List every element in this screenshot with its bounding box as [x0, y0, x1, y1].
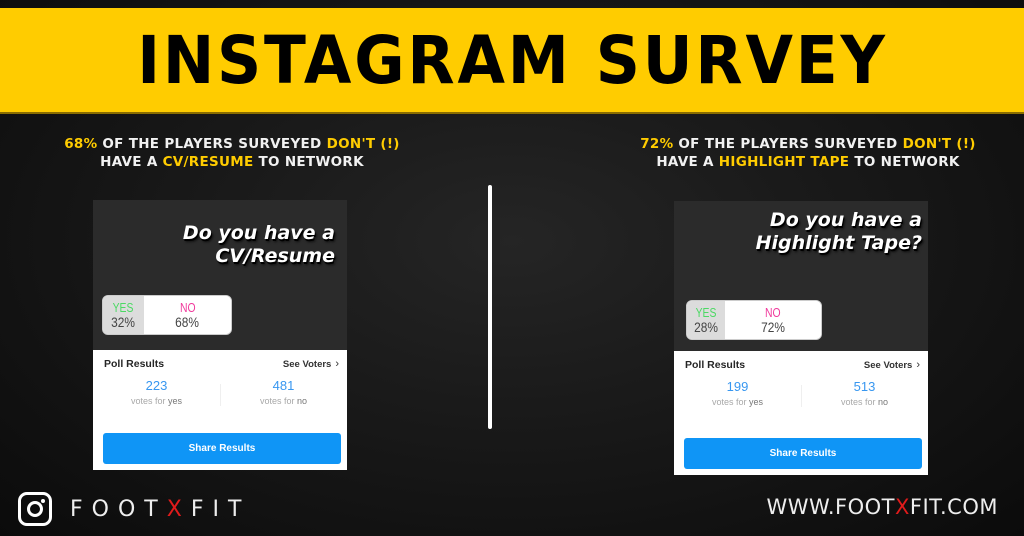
option-label: YES — [113, 300, 134, 315]
poll-results-panel: Poll Results See Voters › 199 votes for … — [674, 351, 928, 475]
poll-slider: YES 28% NO 72% — [686, 300, 822, 340]
brand-name: FOOTXFIT — [70, 497, 250, 522]
counts-divider — [801, 385, 802, 407]
poll-option-yes[interactable]: YES 28% — [687, 301, 725, 339]
no-vote-label: votes for no — [220, 394, 347, 408]
headline-cv-line1: 68% OF THE PLAYERS SURVEYED DON'T (!) — [22, 135, 442, 153]
headline-text: HAVE A — [656, 154, 719, 170]
url-part: WWW.FOOT — [766, 495, 895, 519]
label-text: votes for — [130, 396, 168, 406]
headline-emphasis: CV/RESUME — [162, 154, 254, 170]
no-vote-count: 481 — [272, 378, 295, 393]
poll-question: Do you have a CV/Resume — [183, 222, 335, 268]
instagram-dot-shape — [41, 499, 45, 503]
poll-option-no[interactable]: NO 72% — [724, 301, 821, 339]
poll-card-cv: Do you have a CV/Resume YES 32% NO 68% P… — [93, 200, 347, 470]
option-percent: 68% — [175, 314, 200, 330]
poll-slider: YES 32% NO 68% — [102, 295, 232, 335]
headline-tape-line1: 72% OF THE PLAYERS SURVEYED DON'T (!) — [598, 135, 1018, 153]
instagram-lens-shape — [27, 501, 43, 517]
question-line: Highlight Tape? — [755, 232, 922, 254]
results-header: Poll Results See Voters › — [674, 351, 928, 373]
headline-tape: 72% OF THE PLAYERS SURVEYED DON'T (!) HA… — [598, 135, 1018, 171]
poll-option-yes[interactable]: YES 32% — [103, 296, 144, 334]
headline-text: HAVE A — [100, 154, 163, 170]
option-percent: 28% — [693, 319, 718, 335]
headline-text: OF THE PLAYERS SURVEYED — [673, 136, 903, 152]
see-voters-label: See Voters — [282, 358, 332, 370]
poll-question: Do you have a Highlight Tape? — [756, 209, 922, 255]
option-label: NO — [764, 305, 781, 320]
url-part: FIT.COM — [909, 495, 998, 519]
headline-emphasis: DON'T (!) — [902, 136, 976, 152]
yes-votes: 199 votes for yes — [674, 379, 801, 423]
website-url[interactable]: WWW.FOOTXFIT.COM — [766, 495, 998, 519]
url-x: X — [895, 495, 910, 519]
center-divider — [488, 185, 492, 429]
counts-divider — [220, 384, 221, 406]
results-title: Poll Results — [104, 358, 165, 370]
title-banner: INSTAGRAM SURVEY — [0, 8, 1024, 114]
option-percent: 32% — [111, 314, 136, 330]
headline-emphasis: HIGHLIGHT TAPE — [718, 154, 850, 170]
label-word: no — [878, 397, 889, 407]
see-voters-link[interactable]: See Voters › — [283, 358, 339, 370]
label-text: votes for — [711, 397, 749, 407]
label-word: yes — [168, 396, 183, 406]
headline-text: TO NETWORK — [849, 154, 960, 170]
yes-vote-count: 199 — [726, 379, 749, 394]
headline-text: TO NETWORK — [253, 154, 364, 170]
page-title: INSTAGRAM SURVEY — [136, 21, 888, 99]
no-votes: 513 votes for no — [801, 379, 928, 423]
no-vote-label: votes for no — [801, 395, 928, 409]
label-text: votes for — [259, 396, 297, 406]
yes-vote-label: votes for yes — [674, 395, 801, 409]
see-voters-link[interactable]: See Voters › — [864, 359, 920, 371]
option-label: NO — [179, 300, 196, 315]
poll-results-panel: Poll Results See Voters › 223 votes for … — [93, 350, 347, 470]
instagram-icon[interactable] — [18, 492, 52, 526]
poll-option-no[interactable]: NO 68% — [143, 296, 231, 334]
headline-tape-line2: HAVE A HIGHLIGHT TAPE TO NETWORK — [598, 153, 1018, 171]
label-word: yes — [749, 397, 764, 407]
question-line: Do you have a — [182, 222, 335, 244]
headline-stat: 68% — [64, 136, 98, 152]
question-line: CV/Resume — [215, 245, 335, 267]
headline-text: OF THE PLAYERS SURVEYED — [97, 136, 327, 152]
share-results-button[interactable]: Share Results — [684, 438, 922, 469]
vote-counts: 223 votes for yes 481 votes for no — [93, 378, 347, 422]
yes-vote-count: 223 — [145, 378, 168, 393]
yes-vote-label: votes for yes — [93, 394, 220, 408]
see-voters-label: See Voters — [863, 359, 913, 371]
yes-votes: 223 votes for yes — [93, 378, 220, 422]
no-vote-count: 513 — [853, 379, 876, 394]
chevron-right-icon: › — [335, 358, 339, 370]
share-results-button[interactable]: Share Results — [103, 433, 341, 464]
headline-cv: 68% OF THE PLAYERS SURVEYED DON'T (!) HA… — [22, 135, 442, 171]
option-percent: 72% — [760, 319, 785, 335]
no-votes: 481 votes for no — [220, 378, 347, 422]
headline-cv-line2: HAVE A CV/RESUME TO NETWORK — [22, 153, 442, 171]
chevron-right-icon: › — [916, 359, 920, 371]
label-text: votes for — [840, 397, 878, 407]
option-label: YES — [695, 305, 717, 320]
poll-card-highlight-tape: Do you have a Highlight Tape? YES 28% NO… — [674, 201, 928, 475]
brand-part: FIT — [190, 496, 251, 522]
brand-part: FOOT — [70, 496, 167, 522]
vote-counts: 199 votes for yes 513 votes for no — [674, 379, 928, 423]
headline-emphasis: DON'T (!) — [326, 136, 400, 152]
footer-brand: FOOTXFIT — [18, 492, 250, 526]
label-word: no — [297, 396, 308, 406]
headline-stat: 72% — [640, 136, 674, 152]
results-header: Poll Results See Voters › — [93, 350, 347, 372]
results-title: Poll Results — [685, 359, 746, 371]
brand-x: X — [166, 496, 191, 522]
question-line: Do you have a — [769, 209, 922, 231]
